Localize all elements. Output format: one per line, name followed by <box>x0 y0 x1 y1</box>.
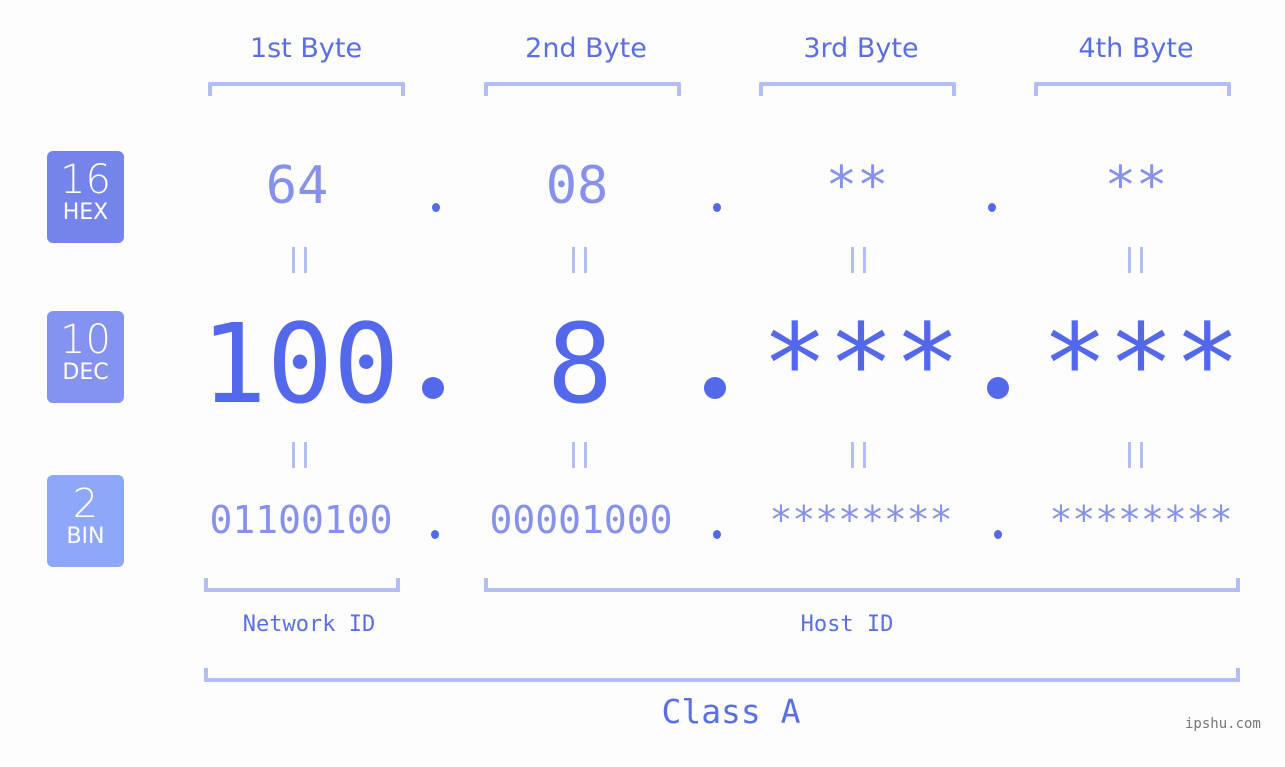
class-bracket <box>204 668 1240 682</box>
byte-header-3: 3rd Byte <box>803 33 919 64</box>
ip-class-label: Class A <box>661 692 801 731</box>
dec-byte-1: 100 <box>200 300 400 428</box>
dec-byte-4: *** <box>1041 300 1241 428</box>
bin-base-number: 2 <box>72 481 99 527</box>
dec-separator-dot-2 <box>704 377 726 399</box>
hex-separator-dot-2 <box>713 203 721 212</box>
hex-byte-2: 08 <box>545 156 609 216</box>
byte-bracket-1 <box>208 82 405 96</box>
bin-base-label: BIN <box>66 524 105 549</box>
equals-icon-dec-bin-1 <box>292 442 307 468</box>
watermark: ipshu.com <box>1185 716 1261 732</box>
byte-header-1: 1st Byte <box>249 33 363 64</box>
bin-separator-dot-3 <box>994 530 1002 539</box>
hex-badge: 16 HEX <box>47 151 124 243</box>
bin-byte-3: ******** <box>769 498 953 542</box>
dec-separator-dot-1 <box>422 377 444 399</box>
equals-icon-hex-dec-4 <box>1128 247 1143 273</box>
hex-byte-3: ** <box>825 156 889 216</box>
dec-byte-2: 8 <box>546 300 614 428</box>
equals-icon-hex-dec-3 <box>851 247 866 273</box>
hex-base-number: 16 <box>60 157 111 203</box>
dec-base-label: DEC <box>62 360 109 385</box>
bin-separator-dot-2 <box>713 530 721 539</box>
network-id-label: Network ID <box>242 612 376 637</box>
bin-byte-4: ******** <box>1049 498 1233 542</box>
dec-base-number: 10 <box>60 317 111 363</box>
equals-icon-hex-dec-2 <box>572 247 587 273</box>
byte-header-2: 2nd Byte <box>525 33 647 64</box>
equals-icon-dec-bin-4 <box>1128 442 1143 468</box>
equals-icon-dec-bin-2 <box>572 442 587 468</box>
dec-separator-dot-3 <box>987 377 1009 399</box>
byte-header-4: 4th Byte <box>1078 33 1194 64</box>
hex-separator-dot-1 <box>432 203 440 212</box>
bin-separator-dot-1 <box>431 530 439 539</box>
host-id-bracket <box>484 578 1240 592</box>
network-id-bracket <box>204 578 400 592</box>
hex-base-label: HEX <box>62 200 109 225</box>
bin-byte-2: 00001000 <box>489 498 673 542</box>
hex-separator-dot-3 <box>988 203 996 212</box>
equals-icon-dec-bin-3 <box>851 442 866 468</box>
dec-byte-3: *** <box>761 300 961 428</box>
byte-bracket-2 <box>484 82 681 96</box>
dec-badge: 10 DEC <box>47 311 124 403</box>
host-id-label: Host ID <box>800 612 894 637</box>
byte-bracket-4 <box>1034 82 1231 96</box>
bin-badge: 2 BIN <box>47 475 124 567</box>
byte-bracket-3 <box>759 82 956 96</box>
equals-icon-hex-dec-1 <box>292 247 307 273</box>
bin-byte-1: 01100100 <box>209 498 393 542</box>
hex-byte-1: 64 <box>265 156 329 216</box>
hex-byte-4: ** <box>1104 156 1168 216</box>
